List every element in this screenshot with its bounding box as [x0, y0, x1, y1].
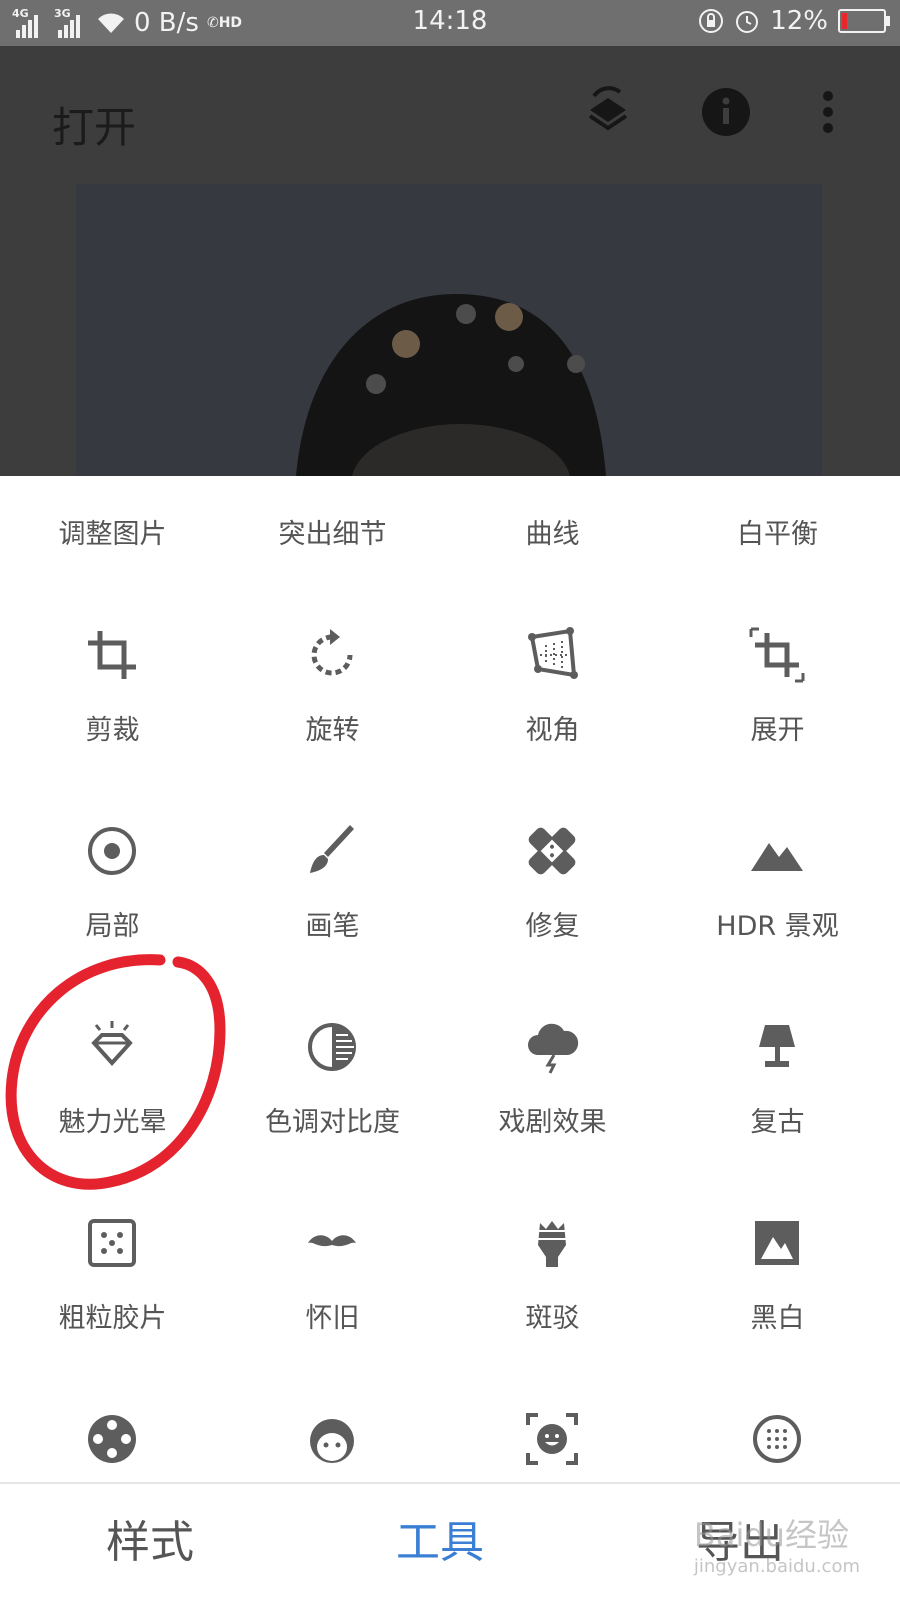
watermark-text: Baidu经验 [693, 1516, 849, 1554]
retrolux-icon [304, 1215, 360, 1271]
photo-preview [76, 184, 822, 476]
tool-label: 粗粒胶片 [58, 1303, 167, 1334]
alarm-icon [736, 11, 759, 33]
curves-icon [524, 476, 580, 487]
battery-icon [838, 9, 890, 33]
grainy-film-icon [84, 1215, 140, 1271]
tool-grunge[interactable]: 斑驳 [440, 1184, 665, 1384]
tool-label: 戏剧效果 [498, 1107, 607, 1138]
tool-expand[interactable]: 展开 [665, 596, 890, 796]
tool-label: 色调对比度 [265, 1107, 400, 1138]
glamour-glow-icon [84, 1019, 140, 1075]
tool-black-white[interactable]: 黑白 [665, 1184, 890, 1384]
watermark-url: jingyan.baidu.com [693, 1556, 860, 1577]
tool-label: 突出细节 [278, 519, 387, 550]
watermark: Baidu经验 jingyan.baidu.com [694, 1510, 860, 1577]
crop-icon [84, 627, 140, 683]
tune-icon [84, 476, 140, 487]
tool-hdr[interactable]: HDR 景观 [665, 792, 890, 992]
layers-icon[interactable] [580, 84, 636, 140]
grunge-icon [524, 1215, 580, 1271]
tool-label: 画笔 [305, 911, 360, 942]
tool-label: 旋转 [305, 715, 360, 746]
tab-tools[interactable]: 工具 [290, 1506, 590, 1570]
tool-label: 怀旧 [305, 1303, 360, 1334]
tool-perspective[interactable]: 视角 [440, 596, 665, 796]
tool-label: 展开 [750, 715, 805, 746]
tool-label: 黑白 [750, 1303, 805, 1334]
rotation-lock-icon [699, 9, 724, 33]
tool-glamour-glow[interactable]: 魅力光晕 [0, 988, 225, 1188]
tab-styles[interactable]: 样式 [0, 1506, 300, 1570]
tool-label: 斑驳 [525, 1303, 580, 1334]
tool-label: 调整图片 [58, 519, 167, 550]
drama-icon [524, 1019, 580, 1075]
brush-icon [304, 823, 360, 879]
tool-crop[interactable]: 剪裁 [0, 596, 225, 796]
tool-label: HDR 景观 [716, 911, 839, 942]
tool-label: 复古 [750, 1107, 805, 1138]
tool-label: 视角 [525, 715, 580, 746]
white-balance-icon [749, 476, 805, 487]
tool-face-pose[interactable] [440, 1380, 665, 1482]
tool-drama[interactable]: 戏剧效果 [440, 988, 665, 1188]
perspective-icon [524, 627, 580, 683]
tool-rotate[interactable]: 旋转 [220, 596, 445, 796]
face-pose-icon [524, 1411, 580, 1467]
tool-portrait[interactable] [220, 1380, 445, 1482]
tool-label: 曲线 [525, 519, 580, 550]
tool-grainy-film[interactable]: 粗粒胶片 [0, 1184, 225, 1384]
tool-brush[interactable]: 画笔 [220, 792, 445, 992]
tool-tune[interactable]: 调整图片 [0, 476, 225, 600]
tool-curves[interactable]: 曲线 [440, 476, 665, 600]
tool-selective[interactable]: 局部 [0, 792, 225, 992]
portrait-icon [304, 1411, 360, 1467]
tool-details[interactable]: 突出细节 [220, 476, 445, 600]
hdr-icon [749, 823, 805, 879]
tool-lens-blur[interactable] [665, 1380, 890, 1482]
rotate-icon [304, 627, 360, 683]
battery-percent: 12% [770, 6, 828, 36]
tool-healing[interactable]: 修复 [440, 792, 665, 992]
noir-icon [84, 1411, 140, 1467]
tool-retrolux[interactable]: 怀旧 [220, 1184, 445, 1384]
tool-vintage[interactable]: 复古 [665, 988, 890, 1188]
black-white-icon [749, 1215, 805, 1271]
selective-icon [84, 823, 140, 879]
tool-noir[interactable] [0, 1380, 225, 1482]
tools-grid: 调整图片 突出细节 曲线 白平衡剪裁 旋转 视角 展开局部 画笔 修复 HDR 景观魅力光晕 色调对… [0, 476, 900, 1482]
more-icon[interactable] [800, 84, 856, 140]
lens-blur-icon [749, 1411, 805, 1467]
tonal-contrast-icon [304, 1019, 360, 1075]
dimmed-editor-area: 打开 [0, 46, 900, 476]
vintage-icon [749, 1019, 805, 1075]
tool-label: 魅力光晕 [58, 1107, 167, 1138]
info-icon[interactable] [698, 84, 754, 140]
healing-icon [524, 823, 580, 879]
tool-label: 修复 [525, 911, 580, 942]
status-bar: 4G 3G 0 B/s ✆HD 14:18 12% [0, 0, 900, 46]
details-icon [304, 476, 360, 487]
tool-label: 白平衡 [737, 519, 818, 550]
expand-icon [749, 627, 805, 683]
tool-white-balance[interactable]: 白平衡 [665, 476, 890, 600]
tool-label: 局部 [85, 911, 140, 942]
open-button[interactable]: 打开 [52, 94, 136, 155]
tool-tonal-contrast[interactable]: 色调对比度 [220, 988, 445, 1188]
tool-label: 剪裁 [85, 715, 140, 746]
